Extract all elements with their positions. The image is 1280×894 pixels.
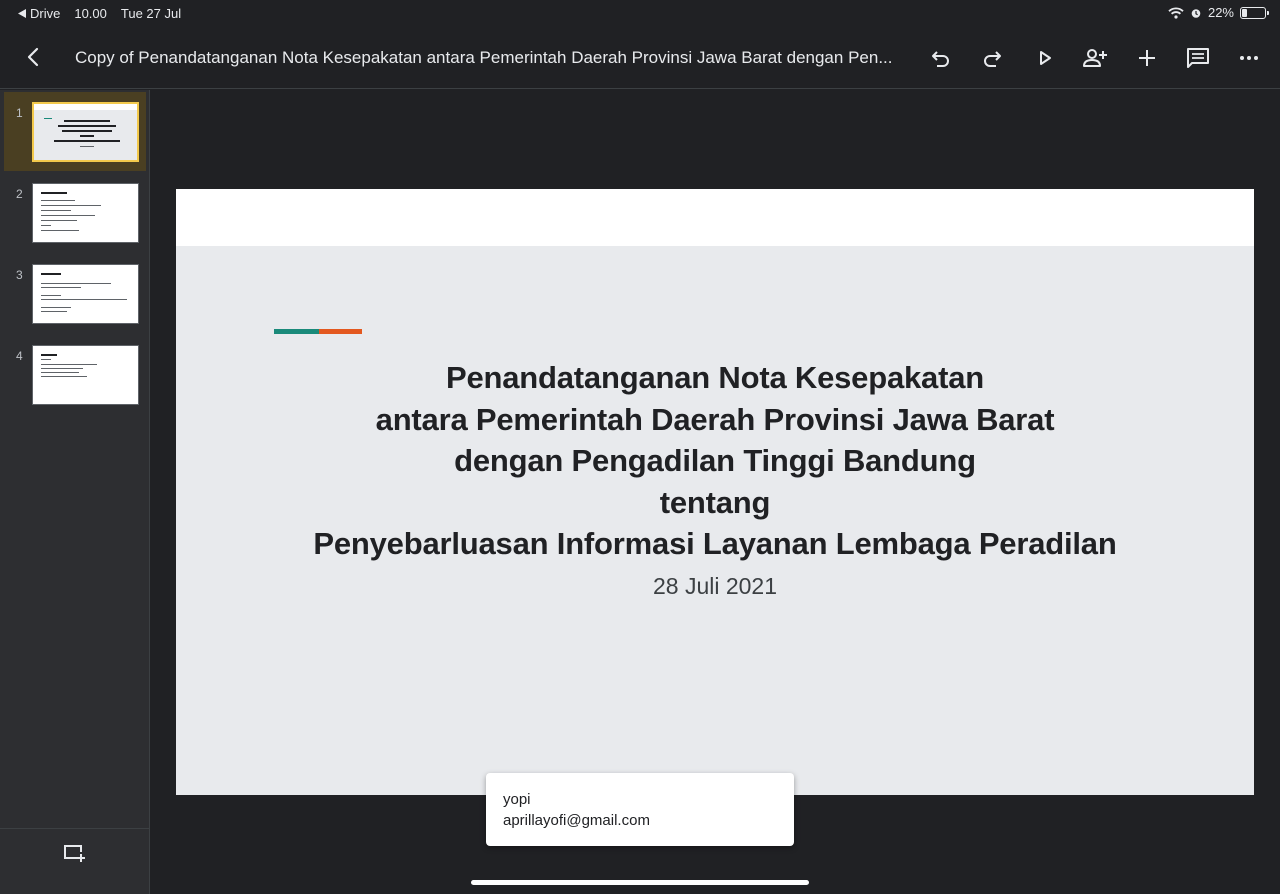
slide-date[interactable]: 28 Juli 2021 (176, 573, 1254, 600)
accent-bar-orange (319, 329, 362, 334)
more-options-button[interactable] (1235, 44, 1263, 72)
slide-preview (32, 102, 139, 162)
slide-thumbnail-1[interactable]: 1 (4, 92, 146, 171)
slide-title-line-4: tentang (659, 484, 771, 520)
slide-title-line-5: Penyebarluasan Informasi Layanan Lembaga… (313, 526, 1117, 561)
comment-icon (1187, 48, 1209, 68)
slide-thumbnail-3[interactable]: 3 (4, 254, 146, 333)
slide-thumbnail-4[interactable]: 4 (4, 335, 146, 414)
slide-number: 2 (16, 187, 23, 201)
collaborator-popup: yopi aprillayofi@gmail.com (486, 773, 794, 846)
slide-title-line-3: dengan Pengadilan Tinggi Bandung (454, 443, 976, 478)
wifi-icon (1168, 6, 1184, 19)
battery-percent: 22% (1207, 5, 1234, 20)
back-button[interactable] (20, 44, 46, 70)
plus-icon (1139, 50, 1155, 66)
collaborator-name: yopi (503, 791, 531, 808)
play-icon (1040, 51, 1051, 65)
redo-icon (984, 51, 1001, 67)
back-to-app-link[interactable]: Drive (18, 6, 60, 21)
new-slide-button[interactable] (62, 841, 86, 865)
document-title[interactable]: Copy of Penandatanganan Nota Kesepakatan… (75, 48, 905, 68)
slide-number: 4 (16, 349, 23, 363)
slide-preview (32, 183, 139, 243)
home-indicator[interactable] (471, 880, 809, 885)
battery-fill (1242, 8, 1247, 17)
status-bar: Drive 10.00 Tue 27 Jul 22% (0, 0, 1280, 26)
accent-bar-teal (274, 329, 319, 334)
slide-title[interactable]: Penandatanganan Nota Kesepakatan antara … (176, 357, 1254, 565)
battery-icon (1240, 6, 1269, 19)
alarm-icon (1191, 8, 1201, 18)
slide-number: 1 (16, 106, 23, 120)
slide-preview (32, 264, 139, 324)
new-slide-icon (64, 845, 85, 862)
back-app-label: Drive (30, 6, 61, 21)
undo-button[interactable] (927, 44, 955, 72)
redo-button[interactable] (978, 44, 1006, 72)
present-button[interactable] (1031, 44, 1059, 72)
comments-button[interactable] (1184, 44, 1212, 72)
status-date: Tue 27 Jul (120, 6, 182, 21)
insert-button[interactable] (1133, 44, 1161, 72)
toolbar: Copy of Penandatanganan Nota Kesepakatan… (0, 26, 1280, 89)
slide-title-line-2: antara Pemerintah Daerah Provinsi Jawa B… (375, 401, 1055, 437)
sidebar-footer (0, 828, 149, 894)
back-triangle-icon (18, 9, 26, 18)
slide-number: 3 (16, 268, 23, 282)
back-chevron-icon (27, 47, 39, 67)
share-button[interactable] (1081, 44, 1109, 72)
undo-icon (932, 51, 949, 67)
status-time: 10.00 (74, 6, 107, 21)
slide-thumbnail-2[interactable]: 2 (4, 173, 146, 252)
slide-preview (32, 345, 139, 405)
current-slide[interactable]: Penandatanganan Nota Kesepakatan antara … (176, 189, 1254, 795)
slide-sidebar: 1 2 3 4 (0, 90, 150, 894)
add-person-icon (1083, 49, 1107, 67)
more-icon (1240, 56, 1258, 60)
slide-header-band (176, 189, 1254, 246)
slide-title-line-1: Penandatanganan Nota Kesepakatan (446, 360, 984, 395)
collaborator-email: aprillayofi@gmail.com (503, 812, 650, 829)
